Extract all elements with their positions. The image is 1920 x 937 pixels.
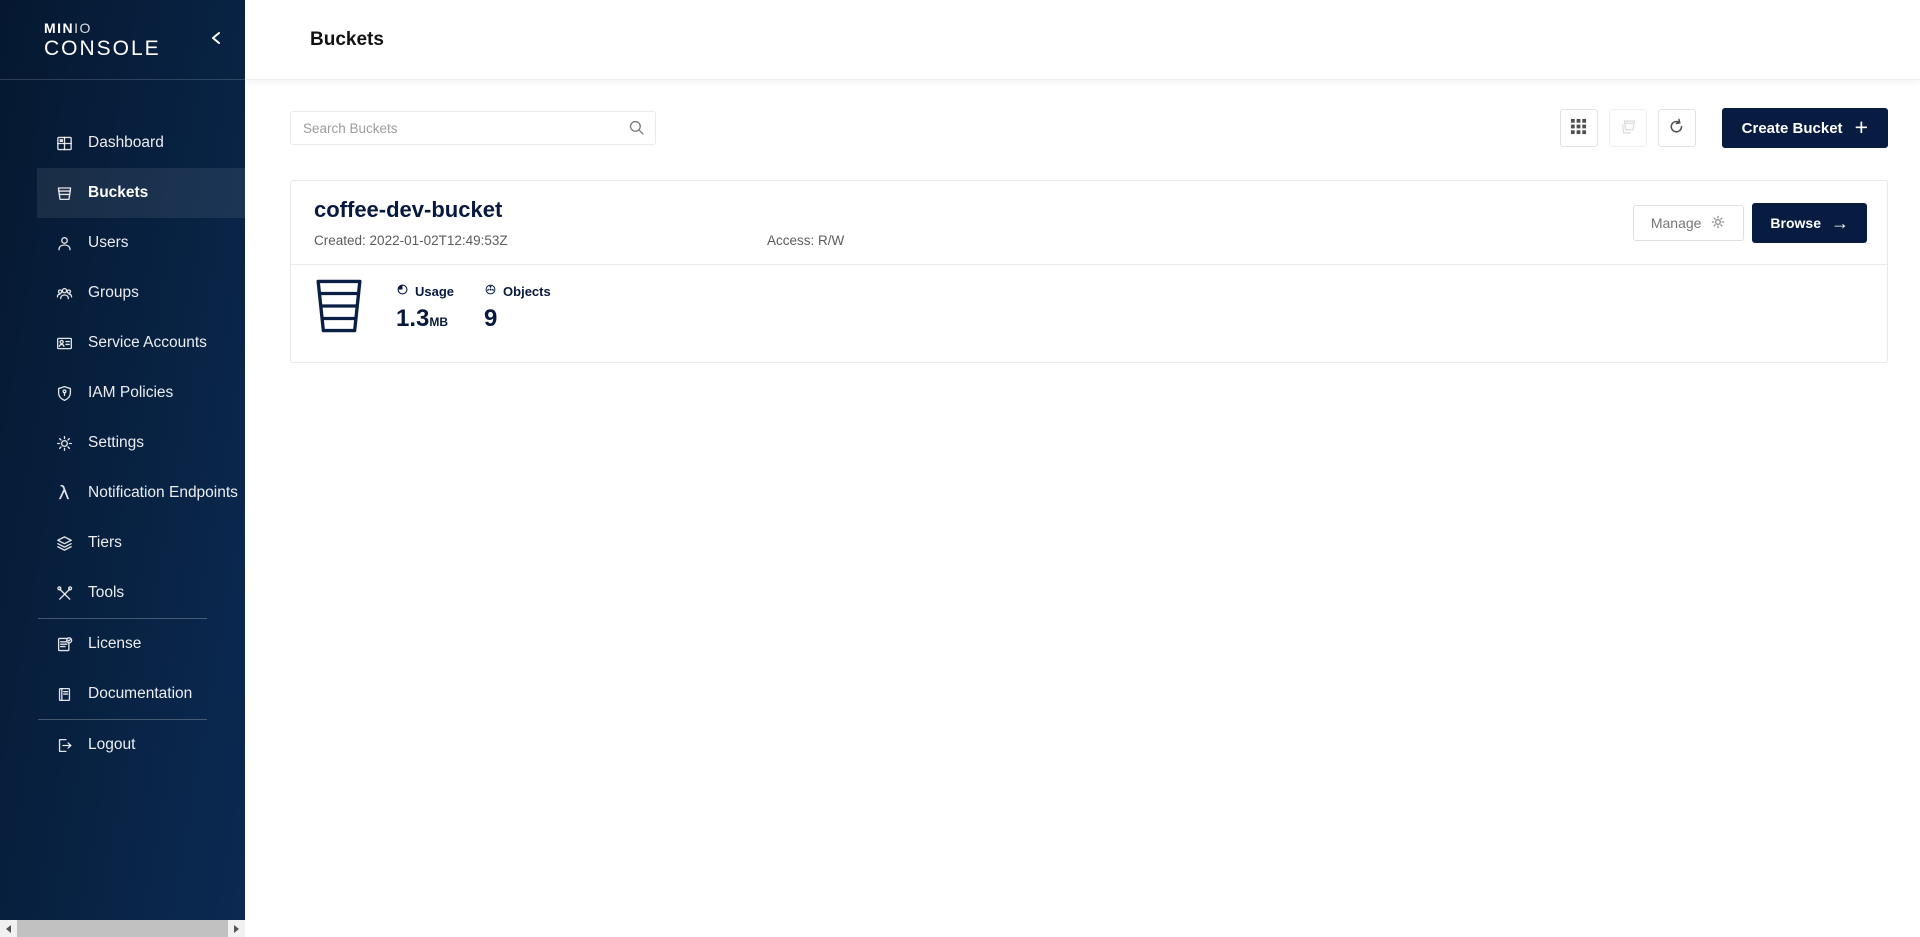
bucket-card-top: coffee-dev-bucket Created: 2022-01-02T12…	[291, 181, 1887, 264]
usage-pie-icon	[396, 283, 409, 300]
groups-icon	[54, 283, 74, 303]
sidebar-item-label: Groups	[88, 284, 139, 302]
search-icon	[628, 119, 646, 142]
created-label: Created:	[314, 233, 366, 248]
sidebar-item-label: Buckets	[88, 184, 148, 202]
objects-label-row: Objects	[484, 283, 551, 300]
license-icon	[54, 634, 74, 654]
usage-value: 1.3MB	[396, 306, 454, 335]
create-bucket-label: Create Bucket	[1742, 120, 1843, 137]
grid-view-button[interactable]	[1560, 109, 1598, 147]
sidebar-item-label: Dashboard	[88, 134, 164, 152]
service-accounts-icon	[54, 333, 74, 353]
sidebar-item-label: Users	[88, 234, 128, 252]
objects-metric: Objects 9	[484, 277, 551, 332]
manage-gear-icon	[1710, 214, 1726, 233]
plus-icon: +	[1855, 116, 1868, 139]
bucket-created: Created: 2022-01-02T12:49:53Z	[314, 233, 1864, 249]
sidebar-item-settings[interactable]: Settings	[0, 418, 245, 468]
toolbar-actions: Create Bucket +	[1560, 108, 1888, 148]
bucket-card-stats: Usage 1.3MB Objects 9	[291, 265, 1887, 362]
sidebar-item-label: Logout	[88, 736, 135, 754]
created-value: 2022-01-02T12:49:53Z	[370, 233, 508, 248]
scrollbar-left-arrow[interactable]	[0, 920, 17, 937]
browse-button[interactable]: Browse →	[1752, 203, 1867, 243]
objects-label: Objects	[503, 284, 551, 300]
sidebar-item-label: Tiers	[88, 534, 122, 552]
sidebar-item-service-accounts[interactable]: Service Accounts	[0, 318, 245, 368]
sidebar-item-label: Documentation	[88, 685, 192, 703]
grid-view-icon	[1570, 118, 1587, 138]
sidebar-item-label: Notification Endpoints	[88, 484, 238, 502]
sidebar-item-logout[interactable]: Logout	[0, 720, 245, 770]
sidebar-item-label: License	[88, 635, 141, 653]
sidebar-item-tools[interactable]: Tools	[0, 568, 245, 618]
access-label: Access:	[767, 233, 814, 248]
access-value: R/W	[818, 233, 844, 248]
gear-icon	[54, 433, 74, 453]
search-box	[290, 111, 656, 145]
sidebar-item-label: Settings	[88, 434, 144, 452]
page-title: Buckets	[310, 29, 384, 51]
sidebar: MINIO CONSOLE Dashboard Buckets Us	[0, 0, 245, 937]
create-bucket-button[interactable]: Create Bucket +	[1722, 108, 1888, 148]
minio-wordmark: MINIO	[44, 21, 161, 35]
multi-bucket-icon	[1619, 118, 1637, 139]
bucket-card-buttons: Manage Browse →	[1633, 203, 1867, 243]
usage-label: Usage	[415, 284, 454, 300]
filter-row: Create Bucket +	[290, 108, 1888, 148]
sidebar-collapse-button[interactable]	[205, 26, 227, 53]
sidebar-item-users[interactable]: Users	[0, 218, 245, 268]
scrollbar-thumb[interactable]	[17, 920, 228, 937]
multi-select-buckets-button[interactable]	[1609, 109, 1647, 147]
sidebar-item-groups[interactable]: Groups	[0, 268, 245, 318]
sidebar-item-dashboard[interactable]: Dashboard	[0, 118, 245, 168]
manage-button[interactable]: Manage	[1633, 205, 1745, 241]
objects-value: 9	[484, 306, 551, 332]
chevron-left-icon	[209, 30, 223, 49]
sidebar-item-label: Tools	[88, 584, 124, 602]
refresh-icon	[1667, 117, 1686, 139]
refresh-button[interactable]	[1658, 109, 1696, 147]
sidebar-item-label: Service Accounts	[88, 334, 207, 352]
sidebar-item-buckets[interactable]: Buckets	[0, 168, 245, 218]
sidebar-menu: Dashboard Buckets Users Groups Service A	[0, 118, 245, 770]
tools-icon	[54, 583, 74, 603]
objects-icon	[484, 283, 497, 300]
usage-metric: Usage 1.3MB	[396, 277, 454, 335]
arrow-right-icon: →	[1831, 214, 1849, 232]
lambda-icon: λ	[54, 483, 74, 503]
sidebar-item-tiers[interactable]: Tiers	[0, 518, 245, 568]
content: Create Bucket + coffee-dev-bucket Create…	[245, 80, 1920, 363]
sidebar-item-license[interactable]: License	[0, 619, 245, 669]
sidebar-header: MINIO CONSOLE	[0, 0, 245, 80]
bucket-icon	[54, 183, 74, 203]
layers-icon	[54, 533, 74, 553]
sidebar-item-documentation[interactable]: Documentation	[0, 669, 245, 719]
search-input[interactable]	[290, 111, 656, 145]
minio-logo: MINIO CONSOLE	[44, 21, 161, 59]
logout-icon	[54, 735, 74, 755]
scrollbar-right-arrow[interactable]	[228, 920, 245, 937]
bucket-card[interactable]: coffee-dev-bucket Created: 2022-01-02T12…	[290, 180, 1888, 363]
sidebar-horizontal-scrollbar[interactable]	[0, 920, 245, 937]
bucket-access: Access: R/W	[767, 233, 844, 249]
sidebar-item-iam-policies[interactable]: IAM Policies	[0, 368, 245, 418]
page-header: Buckets	[245, 0, 1920, 80]
console-wordmark: CONSOLE	[44, 38, 161, 59]
documentation-icon	[54, 684, 74, 704]
user-icon	[54, 233, 74, 253]
shield-icon	[54, 383, 74, 403]
dashboard-icon	[54, 133, 74, 153]
bucket-name-link[interactable]: coffee-dev-bucket	[314, 197, 1864, 223]
main-area: Buckets	[245, 0, 1920, 937]
usage-label-row: Usage	[396, 283, 454, 300]
manage-label: Manage	[1651, 215, 1702, 231]
bucket-large-icon	[314, 277, 364, 340]
sidebar-item-label: IAM Policies	[88, 384, 173, 402]
browse-label: Browse	[1770, 215, 1821, 231]
sidebar-item-notification-endpoints[interactable]: λ Notification Endpoints	[0, 468, 245, 518]
usage-unit: MB	[429, 315, 448, 329]
